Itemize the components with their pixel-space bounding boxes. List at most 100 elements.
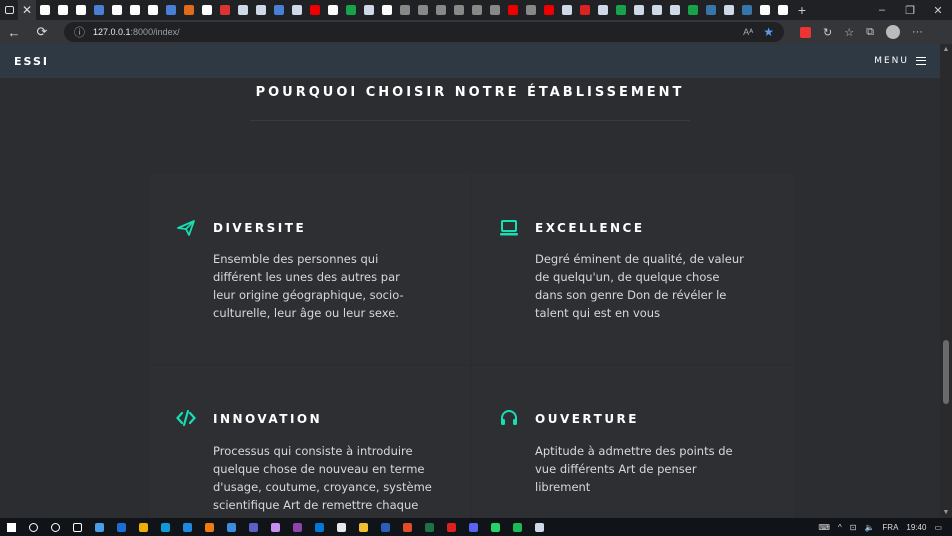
clock[interactable]: 19:40	[906, 523, 926, 532]
taskbar-app-icon[interactable]	[220, 518, 242, 536]
network-icon[interactable]: ⊡	[850, 523, 857, 532]
bookmark-star-icon[interactable]: ★	[763, 25, 774, 39]
browser-tab[interactable]	[666, 0, 684, 20]
taskbar-app-icon[interactable]	[132, 518, 154, 536]
close-window-icon[interactable]: ✕	[924, 4, 952, 17]
read-aloud-icon[interactable]: Aᴬ	[743, 27, 753, 37]
site-info-icon[interactable]: ⓘ	[74, 24, 85, 40]
scroll-down-icon[interactable]: ▼	[940, 509, 952, 516]
task-view-icon[interactable]	[66, 518, 88, 536]
notifications-icon[interactable]: ▭	[934, 523, 942, 532]
taskbar-app-icon[interactable]	[154, 518, 176, 536]
extension-icon[interactable]	[800, 26, 811, 38]
browser-tab[interactable]	[396, 0, 414, 20]
browser-tab[interactable]	[774, 0, 792, 20]
tab-actions-icon[interactable]	[0, 0, 18, 20]
browser-tab[interactable]	[36, 0, 54, 20]
browser-tab[interactable]	[450, 0, 468, 20]
search-icon[interactable]	[22, 518, 44, 536]
browser-tab[interactable]	[504, 0, 522, 20]
browser-tab[interactable]	[612, 0, 630, 20]
browser-tab[interactable]	[522, 0, 540, 20]
browser-tab[interactable]	[432, 0, 450, 20]
taskbar-app-icon[interactable]	[484, 518, 506, 536]
browser-tab[interactable]	[738, 0, 756, 20]
browser-tab[interactable]	[270, 0, 288, 20]
browser-tab[interactable]	[252, 0, 270, 20]
browser-tab[interactable]	[180, 0, 198, 20]
browser-tab[interactable]	[216, 0, 234, 20]
reload-icon[interactable]: ⟳	[28, 24, 56, 40]
taskbar-app-icon[interactable]	[396, 518, 418, 536]
browser-tab[interactable]	[288, 0, 306, 20]
browser-tab[interactable]	[342, 0, 360, 20]
url-field[interactable]: ⓘ 127.0.0.1:8000/index/ Aᴬ ★	[64, 22, 784, 42]
favorites-icon[interactable]: ☆	[844, 26, 854, 39]
browser-tab[interactable]	[126, 0, 144, 20]
browser-tab[interactable]	[486, 0, 504, 20]
taskbar-app-icon[interactable]	[374, 518, 396, 536]
page-scrollbar[interactable]: ▲ ▼	[940, 44, 952, 518]
browser-tab[interactable]	[720, 0, 738, 20]
browser-tab[interactable]	[324, 0, 342, 20]
browser-tab[interactable]	[558, 0, 576, 20]
browser-tab[interactable]	[414, 0, 432, 20]
browser-tab[interactable]	[162, 0, 180, 20]
browser-tab[interactable]	[54, 0, 72, 20]
taskbar-app-icon[interactable]	[286, 518, 308, 536]
taskbar-app-icon[interactable]	[506, 518, 528, 536]
brand-logo[interactable]: ESSI	[14, 55, 49, 68]
tab-close-icon[interactable]: ✕	[22, 3, 32, 17]
browser-tab[interactable]	[756, 0, 774, 20]
browser-tab[interactable]	[540, 0, 558, 20]
browser-tab[interactable]	[234, 0, 252, 20]
keyboard-icon[interactable]: ⌨	[818, 523, 830, 532]
browser-tab[interactable]	[630, 0, 648, 20]
taskbar-app-icon[interactable]	[176, 518, 198, 536]
taskbar-app-icon[interactable]	[418, 518, 440, 536]
browser-tab[interactable]	[702, 0, 720, 20]
start-icon[interactable]	[0, 518, 22, 536]
taskbar-app-icon[interactable]	[198, 518, 220, 536]
tray-chevron-icon[interactable]: ^	[838, 523, 842, 532]
taskbar-app-icon[interactable]	[462, 518, 484, 536]
scroll-thumb[interactable]	[943, 340, 949, 404]
scroll-up-icon[interactable]: ▲	[940, 46, 952, 53]
browser-tab[interactable]	[594, 0, 612, 20]
taskbar-app-icon[interactable]	[440, 518, 462, 536]
taskbar-app-icon[interactable]	[352, 518, 374, 536]
taskbar-app-icon[interactable]	[308, 518, 330, 536]
browser-tab[interactable]	[144, 0, 162, 20]
browser-tab[interactable]	[90, 0, 108, 20]
tab-favicon-icon	[130, 5, 140, 15]
minimize-icon[interactable]: –	[868, 4, 896, 17]
browser-tab[interactable]	[306, 0, 324, 20]
taskbar-app-icon[interactable]	[330, 518, 352, 536]
profile-avatar[interactable]	[885, 25, 900, 39]
collections-icon[interactable]: ⧉	[866, 26, 874, 39]
browser-tab[interactable]	[648, 0, 666, 20]
browser-tab[interactable]	[72, 0, 90, 20]
browser-tab[interactable]	[198, 0, 216, 20]
browser-tab[interactable]	[576, 0, 594, 20]
restore-icon[interactable]: ❐	[896, 4, 924, 17]
active-tab[interactable]: ✕	[18, 0, 36, 20]
browser-tab[interactable]	[108, 0, 126, 20]
browser-tab[interactable]	[360, 0, 378, 20]
back-icon[interactable]: ←	[0, 25, 28, 40]
browser-tab[interactable]	[684, 0, 702, 20]
refresh-extension-icon[interactable]: ↻	[823, 26, 832, 39]
browser-tab[interactable]	[378, 0, 396, 20]
volume-icon[interactable]: 🔈	[864, 523, 874, 532]
new-tab-button[interactable]: +	[792, 2, 812, 18]
menu-button[interactable]: MENU	[874, 56, 926, 66]
cortana-icon[interactable]	[44, 518, 66, 536]
taskbar-app-icon[interactable]	[88, 518, 110, 536]
taskbar-app-icon[interactable]	[242, 518, 264, 536]
settings-more-icon[interactable]: ···	[912, 26, 923, 38]
taskbar-app-icon[interactable]	[264, 518, 286, 536]
language-indicator[interactable]: FRA	[882, 523, 898, 532]
taskbar-app-icon[interactable]	[528, 518, 550, 536]
browser-tab[interactable]	[468, 0, 486, 20]
taskbar-app-icon[interactable]	[110, 518, 132, 536]
